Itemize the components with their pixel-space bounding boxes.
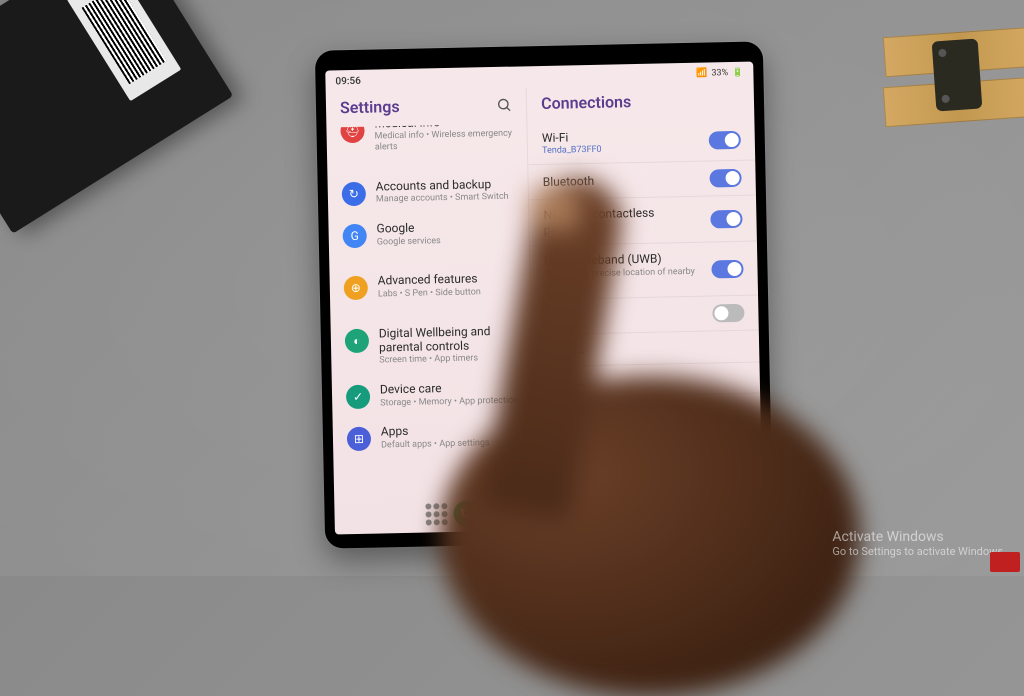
connections-item[interactable]: Fligh… xyxy=(531,296,759,336)
connections-item-label: Mobil… xyxy=(546,339,737,357)
connections-item-label: NFC and contactless payments xyxy=(543,205,702,237)
settings-item-icon: ↻ xyxy=(342,182,366,206)
app-icon-5[interactable]: ✱ xyxy=(581,498,608,525)
connections-item-label: Mobil… xyxy=(547,402,738,420)
settings-item[interactable]: ✓ Device careStorage • Memory • App prote… xyxy=(332,371,533,417)
toggle-switch[interactable] xyxy=(710,210,742,229)
dock: 💬 ● ▶ ✱ ▶ xyxy=(334,489,763,534)
connections-panel: Connections Wi-FiTenda_B73FF0 Bluetooth NF… xyxy=(527,84,762,495)
connections-item-desc: Identify the precise location of nearby … xyxy=(545,266,704,291)
connections-item[interactable]: Data … xyxy=(533,362,760,398)
settings-item-label: Accounts and backup xyxy=(376,177,514,194)
settings-item-label: Google xyxy=(376,219,514,236)
status-icons: 📶 33% 🔋 xyxy=(696,68,743,79)
connections-item-label: Data … xyxy=(547,371,738,389)
tablet-device: 09:56 📶 33% 🔋 Settings ⛑Medical infoMedi… xyxy=(315,41,773,548)
signal-icon: 📶 xyxy=(696,69,707,79)
connections-item-sub: Tenda_B73FF0 xyxy=(542,143,701,156)
settings-item-sub: Screen time • App timers xyxy=(379,353,517,367)
screen: 09:56 📶 33% 🔋 Settings ⛑Medical infoMedi… xyxy=(325,62,763,535)
connections-item[interactable]: Wi-FiTenda_B73FF0 xyxy=(528,119,756,166)
settings-item-icon: ✓ xyxy=(346,385,370,409)
settings-item[interactable]: G GoogleGoogle services xyxy=(328,210,529,256)
connections-title: Connections xyxy=(541,92,631,113)
battery-text: 33% xyxy=(711,68,728,78)
connections-item[interactable]: Mobil… xyxy=(532,331,759,367)
settings-item-sub: Storage • Memory • App protection xyxy=(380,395,518,409)
settings-item[interactable]: ⊕ Advanced featuresLabs • S Pen • Side bu… xyxy=(329,263,530,309)
toggle-switch[interactable] xyxy=(712,304,744,323)
apps-drawer-icon[interactable] xyxy=(425,503,447,525)
search-icon[interactable] xyxy=(496,96,512,112)
settings-item-label: Digital Wellbeing and parental controls xyxy=(379,323,518,355)
barcode-label xyxy=(67,0,181,101)
settings-item-icon: ⛑ xyxy=(340,123,364,143)
connections-item-label: Bluetooth xyxy=(543,172,702,190)
settings-item[interactable]: ⊞ AppsDefault apps • App settings xyxy=(333,414,534,460)
app-icon-4[interactable]: ▶ xyxy=(549,498,576,525)
settings-item-sub: Labs • S Pen • Side button xyxy=(378,286,516,300)
corner-badge xyxy=(990,552,1020,572)
settings-title: Settings xyxy=(340,97,400,117)
phone-app-icon[interactable] xyxy=(453,500,480,527)
connections-item[interactable]: Mobil… xyxy=(533,393,760,429)
settings-item-sub: Google services xyxy=(377,234,515,248)
settings-item-icon: ⊕ xyxy=(344,276,368,300)
settings-item-sub: Manage accounts • Smart Switch xyxy=(376,192,514,206)
connections-item-label: Fligh… xyxy=(545,307,704,325)
settings-item-label: Apps xyxy=(381,422,519,439)
youtube-app-icon[interactable]: ▶ xyxy=(613,497,640,524)
settings-item-icon: G xyxy=(342,224,366,248)
wood-fixture xyxy=(884,10,1024,150)
connections-item[interactable]: NFC and contactless payments xyxy=(529,196,757,247)
browser-app-icon[interactable]: ● xyxy=(517,499,544,526)
battery-icon: 🔋 xyxy=(732,68,743,78)
settings-item-icon: ⊞ xyxy=(347,427,371,451)
settings-item[interactable]: ◐ Digital Wellbeing and parental controls… xyxy=(330,315,531,376)
status-time: 09:56 xyxy=(335,75,361,87)
toggle-switch[interactable] xyxy=(709,169,741,188)
whatsapp-app-icon[interactable] xyxy=(645,496,672,523)
messages-app-icon[interactable]: 💬 xyxy=(485,500,512,527)
settings-item-label: Device care xyxy=(380,380,518,397)
connections-item[interactable]: Bluetooth xyxy=(528,161,756,201)
settings-item-sub: Medical info • Wireless emergency alerts xyxy=(375,129,514,153)
settings-panel: Settings ⛑Medical infoMedical info • Wir… xyxy=(326,88,536,498)
settings-item-label: Advanced features xyxy=(378,271,516,288)
settings-item[interactable]: ↻ Accounts and backupManage accounts • Sm… xyxy=(327,168,528,214)
settings-item[interactable]: ⛑Medical infoMedical info • Wireless eme… xyxy=(326,123,527,162)
connections-item[interactable]: Ultra-wideband (UWB)Identify the precise… xyxy=(530,242,758,301)
settings-item-icon: ◐ xyxy=(345,328,369,352)
settings-item-sub: Default apps • App settings xyxy=(381,437,519,451)
toggle-switch[interactable] xyxy=(709,131,741,150)
toggle-switch[interactable] xyxy=(711,259,743,278)
